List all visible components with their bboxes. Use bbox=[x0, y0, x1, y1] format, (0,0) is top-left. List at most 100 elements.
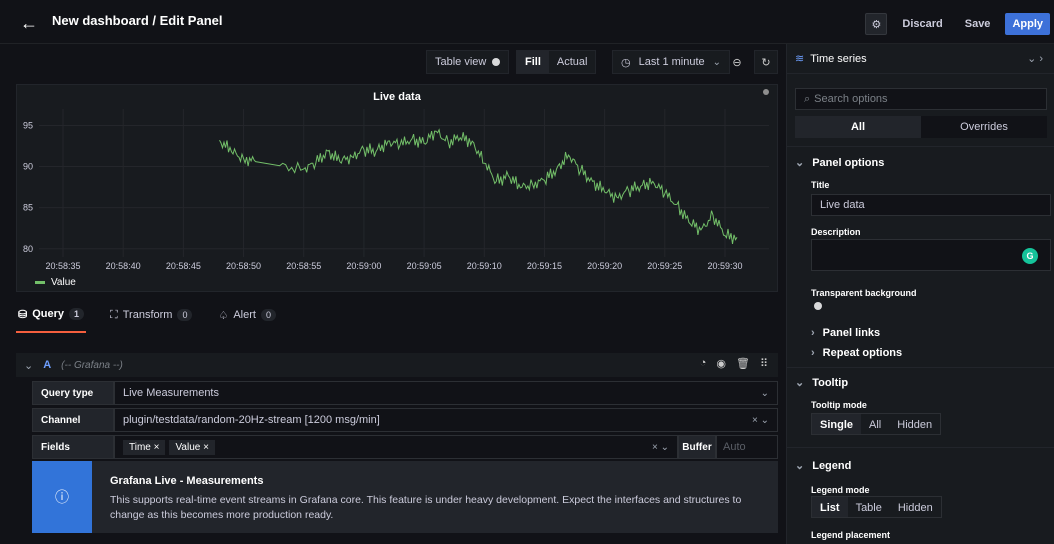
channel-value: plugin/testdata/random-20Hz-stream [1200… bbox=[123, 414, 380, 426]
panel-links-section[interactable]: › Panel links bbox=[811, 327, 880, 339]
legend-section-label: Legend bbox=[812, 459, 852, 472]
time-range-label: Last 1 minute bbox=[638, 56, 705, 68]
options-pane: ≋ Time series ⌄ › ⌕ Search options All O… bbox=[786, 44, 1054, 544]
tab-query-label: Query bbox=[32, 308, 65, 320]
transparent-bg-label: Transparent background bbox=[811, 288, 917, 298]
zoom-out-icon[interactable]: ⊖ bbox=[726, 50, 748, 74]
panel-links-label: Panel links bbox=[822, 327, 881, 339]
buffer-label: Buffer bbox=[678, 435, 716, 459]
chevron-down-icon: ⌄ bbox=[795, 157, 805, 169]
page-title: New dashboard / Edit Panel bbox=[52, 13, 223, 28]
legend-mode-hidden[interactable]: Hidden bbox=[890, 497, 941, 517]
x-tick-label: 20:58:40 bbox=[106, 261, 141, 271]
y-tick-label: 90 bbox=[23, 162, 33, 172]
query-type-select[interactable]: Live Measurements ⌄ bbox=[114, 381, 778, 405]
chevron-down-icon[interactable]: ⌄ bbox=[24, 359, 33, 372]
save-button[interactable]: Save bbox=[958, 13, 998, 35]
legend-mode-list[interactable]: List bbox=[812, 497, 848, 517]
divider bbox=[787, 367, 1054, 368]
query-type-label: Query type bbox=[32, 381, 114, 405]
search-icon: ⌕ bbox=[804, 92, 811, 105]
chevron-icons[interactable]: ⌄ › bbox=[1027, 52, 1043, 65]
transparent-bg-toggle[interactable] bbox=[814, 302, 822, 310]
title-label: Title bbox=[811, 180, 830, 190]
panel-options-section[interactable]: ⌄ Panel options bbox=[795, 156, 885, 170]
panel-options-label: Panel options bbox=[812, 156, 885, 169]
tooltip-mode-all[interactable]: All bbox=[861, 414, 889, 434]
table-view-label: Table view bbox=[435, 56, 487, 68]
x-tick-label: 20:59:00 bbox=[346, 261, 381, 271]
y-tick-label: 80 bbox=[23, 244, 33, 254]
channel-label: Channel bbox=[32, 408, 114, 432]
tab-all[interactable]: All bbox=[795, 116, 921, 138]
drag-handle-icon[interactable]: ⠿ bbox=[760, 357, 768, 370]
clear-chevron-icon[interactable]: × ⌄ bbox=[752, 415, 769, 426]
channel-select[interactable]: plugin/testdata/random-20Hz-stream [1200… bbox=[114, 408, 778, 432]
apply-button[interactable]: Apply bbox=[1005, 13, 1050, 35]
field-chip-value[interactable]: Value × bbox=[169, 439, 215, 455]
query-datasource: (-- Grafana --) bbox=[61, 359, 123, 371]
panel-toolbar: Table view Fill Actual ◷ Last 1 minute ⌄… bbox=[0, 44, 786, 78]
x-tick-label: 20:59:05 bbox=[407, 261, 442, 271]
discard-button[interactable]: Discard bbox=[895, 13, 949, 35]
x-tick-label: 20:58:45 bbox=[166, 261, 201, 271]
query-name[interactable]: A bbox=[43, 359, 51, 371]
tooltip-section[interactable]: ⌄ Tooltip bbox=[795, 376, 849, 390]
table-view-toggle[interactable]: Table view bbox=[426, 50, 510, 74]
tooltip-mode-group: Single All Hidden bbox=[811, 413, 942, 435]
x-tick-label: 20:59:10 bbox=[467, 261, 502, 271]
refresh-icon[interactable]: ↻ bbox=[754, 50, 778, 74]
tooltip-mode-single[interactable]: Single bbox=[812, 414, 862, 434]
tooltip-mode-label: Tooltip mode bbox=[811, 400, 867, 410]
actual-button[interactable]: Actual bbox=[549, 51, 596, 73]
x-tick-label: 20:58:35 bbox=[45, 261, 80, 271]
legend-mode-table[interactable]: Table bbox=[848, 497, 890, 517]
legend-section[interactable]: ⌄ Legend bbox=[795, 459, 852, 473]
x-tick-label: 20:59:20 bbox=[587, 261, 622, 271]
tooltip-mode-hidden[interactable]: Hidden bbox=[889, 414, 940, 434]
buffer-input[interactable]: Auto bbox=[716, 435, 778, 459]
series-line-value bbox=[219, 128, 738, 244]
grammarly-icon[interactable]: G bbox=[1022, 248, 1038, 264]
x-tick-label: 20:59:25 bbox=[647, 261, 682, 271]
trash-icon[interactable]: 🗑 bbox=[736, 357, 750, 370]
gear-icon[interactable]: ⚙ bbox=[865, 13, 888, 35]
tab-alert[interactable]: ♤ Alert 0 bbox=[216, 305, 278, 333]
title-input[interactable]: Live data bbox=[811, 194, 1051, 216]
repeat-options-label: Repeat options bbox=[822, 347, 903, 359]
query-row-header[interactable]: ⌄ A (-- Grafana --) ◔ ◉ 🗑 ⠿ bbox=[16, 353, 778, 377]
tab-query[interactable]: ⛁ Query 1 bbox=[16, 305, 87, 333]
fields-multiselect[interactable]: Time × Value × × ⌄ bbox=[114, 435, 678, 459]
divider bbox=[787, 447, 1054, 448]
description-textarea[interactable]: G bbox=[811, 239, 1051, 271]
x-tick-label: 20:58:50 bbox=[226, 261, 261, 271]
back-arrow-icon[interactable]: ← bbox=[20, 13, 38, 34]
eye-icon[interactable]: ◉ bbox=[716, 357, 726, 370]
help-icon[interactable]: ◔ bbox=[700, 357, 707, 370]
fill-button[interactable]: Fill bbox=[517, 51, 549, 73]
tab-query-count: 1 bbox=[69, 308, 85, 320]
info-title: Grafana Live - Measurements bbox=[110, 475, 264, 487]
toggle-switch-icon[interactable] bbox=[492, 58, 501, 66]
tab-overrides[interactable]: Overrides bbox=[921, 116, 1047, 138]
top-actions: ⚙ Discard Save Apply bbox=[865, 13, 1050, 35]
legend-mode-group: List Table Hidden bbox=[811, 496, 942, 518]
field-chip-time[interactable]: Time × bbox=[123, 439, 166, 455]
search-options-input[interactable]: ⌕ Search options bbox=[795, 88, 1047, 110]
chevron-down-icon: ⌄ bbox=[795, 377, 805, 389]
legend-label[interactable]: Value bbox=[51, 277, 76, 288]
tooltip-label: Tooltip bbox=[812, 376, 849, 389]
clear-chevron-icon[interactable]: × ⌄ bbox=[652, 442, 669, 453]
repeat-options-section[interactable]: › Repeat options bbox=[811, 347, 902, 359]
tab-transform[interactable]: ⛶ Transform 0 bbox=[108, 305, 194, 333]
clock-icon: ◷ bbox=[621, 56, 631, 69]
panel-preview: Live data 80 85 90 95 20:58:35 20:58:40 20:58:… bbox=[16, 84, 778, 292]
query-type-row: Query type Live Measurements ⌄ bbox=[32, 381, 778, 405]
visualization-picker[interactable]: ≋ Time series ⌄ › bbox=[787, 44, 1054, 74]
time-picker[interactable]: ◷ Last 1 minute ⌄ bbox=[612, 50, 731, 74]
divider bbox=[787, 146, 1054, 147]
info-icon: ⓘ bbox=[32, 461, 92, 533]
tab-alert-label: Alert bbox=[233, 309, 256, 321]
time-series-icon: ≋ bbox=[795, 53, 805, 65]
legend-placement-label: Legend placement bbox=[811, 530, 891, 540]
